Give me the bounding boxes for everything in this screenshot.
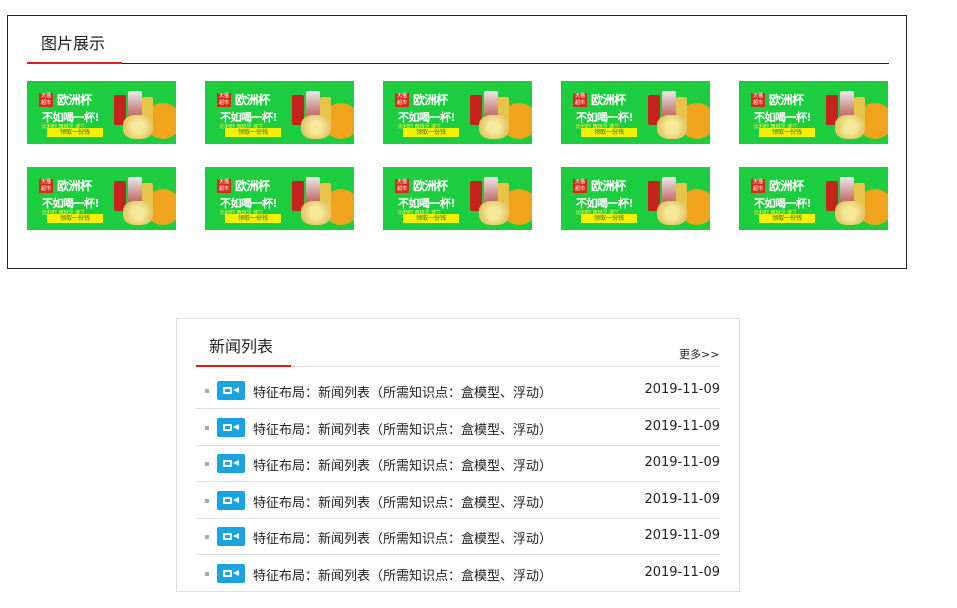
snack-graphic	[123, 201, 153, 225]
list-item[interactable]: 特征布局：新闻列表（所需知识点：盒模型、浮动） 2019-11-09	[196, 410, 720, 446]
news-headline[interactable]: 特征布局：新闻列表（所需知识点：盒模型、浮动）	[253, 382, 552, 401]
news-title-underline	[196, 365, 291, 367]
banner-button: 领取一份钱	[47, 128, 103, 137]
banner-button: 领取一份钱	[759, 128, 815, 137]
news-headline[interactable]: 特征布局：新闻列表（所需知识点：盒模型、浮动）	[253, 528, 552, 547]
snack-graphic	[835, 115, 865, 139]
news-headline[interactable]: 特征布局：新闻列表（所需知识点：盒模型、浮动）	[253, 419, 552, 438]
bullet-icon	[205, 389, 209, 393]
video-camera-icon	[217, 527, 245, 546]
list-item[interactable]: 特征布局：新闻列表（所需知识点：盒模型、浮动） 2019-11-09	[196, 483, 720, 519]
bullet-icon	[205, 571, 209, 576]
picture-gallery: 图片展示 天猫超市 欧洲杯 不如喝一杯! 比利时 西班牙 波兰 领取一份钱 天猫超市 欧洲杯…	[7, 15, 907, 269]
banner-headline: 欧洲杯	[769, 93, 804, 107]
video-camera-icon	[217, 417, 245, 437]
snack-graphic	[479, 115, 509, 139]
gallery-divider	[27, 63, 889, 64]
snack-graphic	[479, 201, 509, 225]
banner-headline: 欧洲杯	[235, 93, 270, 107]
banner-logo: 天猫超市	[217, 179, 231, 193]
banner-button: 领取一份钱	[759, 214, 815, 223]
video-camera-icon	[217, 490, 245, 510]
banner-button: 领取一份钱	[225, 214, 281, 223]
banner-image[interactable]: 天猫超市 欧洲杯 不如喝一杯! 比利时 西班牙 波兰 领取一份钱	[739, 81, 888, 144]
bullet-icon	[205, 462, 209, 466]
banner-image[interactable]: 天猫超市 欧洲杯 不如喝一杯! 比利时 西班牙 波兰 领取一份钱	[561, 167, 710, 230]
snack-graphic	[657, 201, 687, 225]
video-camera-icon	[217, 381, 245, 400]
video-camera-icon	[217, 454, 245, 473]
banner-logo: 天猫超市	[573, 179, 587, 193]
banner-logo: 天猫超市	[751, 179, 765, 193]
banner-image[interactable]: 天猫超市 欧洲杯 不如喝一杯! 比利时 西班牙 波兰 领取一份钱	[27, 81, 176, 144]
bullet-icon	[205, 535, 209, 539]
list-item[interactable]: 特征布局：新闻列表（所需知识点：盒模型、浮动） 2019-11-09	[196, 373, 720, 409]
list-item[interactable]: 特征布局：新闻列表（所需知识点：盒模型、浮动） 2019-11-09	[196, 556, 720, 592]
banner-headline: 欧洲杯	[591, 93, 626, 107]
banner-button: 领取一份钱	[225, 128, 281, 137]
banner-headline: 欧洲杯	[769, 179, 804, 193]
bullet-icon	[205, 498, 209, 503]
banner-button: 领取一份钱	[403, 128, 459, 137]
banner-image[interactable]: 天猫超市 欧洲杯 不如喝一杯! 比利时 西班牙 波兰 领取一份钱	[383, 81, 532, 144]
banner-headline: 欧洲杯	[57, 93, 92, 107]
news-headline[interactable]: 特征布局：新闻列表（所需知识点：盒模型、浮动）	[253, 492, 552, 511]
banner-image[interactable]: 天猫超市 欧洲杯 不如喝一杯! 比利时 西班牙 波兰 领取一份钱	[561, 81, 710, 144]
banner-logo: 天猫超市	[573, 93, 587, 107]
news-date: 2019-11-09	[644, 564, 720, 580]
more-link[interactable]: 更多>>	[679, 346, 719, 362]
banner-headline: 欧洲杯	[235, 179, 270, 193]
banner-headline: 欧洲杯	[413, 93, 448, 107]
banner-headline: 欧洲杯	[57, 179, 92, 193]
banner-button: 领取一份钱	[47, 214, 103, 223]
news-title: 新闻列表	[209, 337, 274, 356]
gallery-title-underline	[27, 62, 122, 64]
banner-button: 领取一份钱	[403, 214, 459, 223]
news-headline[interactable]: 特征布局：新闻列表（所需知识点：盒模型、浮动）	[253, 455, 552, 474]
banner-image[interactable]: 天猫超市 欧洲杯 不如喝一杯! 比利时 西班牙 波兰 领取一份钱	[739, 167, 888, 230]
banner-image[interactable]: 天猫超市 欧洲杯 不如喝一杯! 比利时 西班牙 波兰 领取一份钱	[205, 81, 354, 144]
snack-graphic	[123, 115, 153, 139]
snack-graphic	[301, 201, 331, 225]
banner-logo: 天猫超市	[395, 179, 409, 193]
banner-button: 领取一份钱	[581, 128, 637, 137]
banner-button: 领取一份钱	[581, 214, 637, 223]
news-headline[interactable]: 特征布局：新闻列表（所需知识点：盒模型、浮动）	[253, 565, 552, 584]
banner-logo: 天猫超市	[395, 93, 409, 107]
gallery-title: 图片展示	[41, 34, 106, 53]
banner-image[interactable]: 天猫超市 欧洲杯 不如喝一杯! 比利时 西班牙 波兰 领取一份钱	[27, 167, 176, 230]
banner-headline: 欧洲杯	[591, 179, 626, 193]
banner-logo: 天猫超市	[217, 93, 231, 107]
banner-image[interactable]: 天猫超市 欧洲杯 不如喝一杯! 比利时 西班牙 波兰 领取一份钱	[205, 167, 354, 230]
banner-logo: 天猫超市	[39, 179, 53, 193]
snack-graphic	[657, 115, 687, 139]
news-date: 2019-11-09	[644, 455, 720, 470]
list-item[interactable]: 特征布局：新闻列表（所需知识点：盒模型、浮动） 2019-11-09	[196, 446, 720, 482]
news-list: 新闻列表 更多>> 特征布局：新闻列表（所需知识点：盒模型、浮动） 2019-11…	[176, 318, 740, 592]
banner-logo: 天猫超市	[751, 93, 765, 107]
news-date: 2019-11-09	[644, 491, 720, 507]
banner-headline: 欧洲杯	[413, 179, 448, 193]
news-date: 2019-11-09	[644, 418, 720, 434]
snack-graphic	[835, 201, 865, 225]
video-camera-icon	[217, 563, 245, 583]
banner-logo: 天猫超市	[39, 93, 53, 107]
list-item[interactable]: 特征布局：新闻列表（所需知识点：盒模型、浮动） 2019-11-09	[196, 519, 720, 555]
news-date: 2019-11-09	[644, 528, 720, 543]
bullet-icon	[205, 425, 209, 430]
news-date: 2019-11-09	[644, 382, 720, 397]
banner-image[interactable]: 天猫超市 欧洲杯 不如喝一杯! 比利时 西班牙 波兰 领取一份钱	[383, 167, 532, 230]
snack-graphic	[301, 115, 331, 139]
